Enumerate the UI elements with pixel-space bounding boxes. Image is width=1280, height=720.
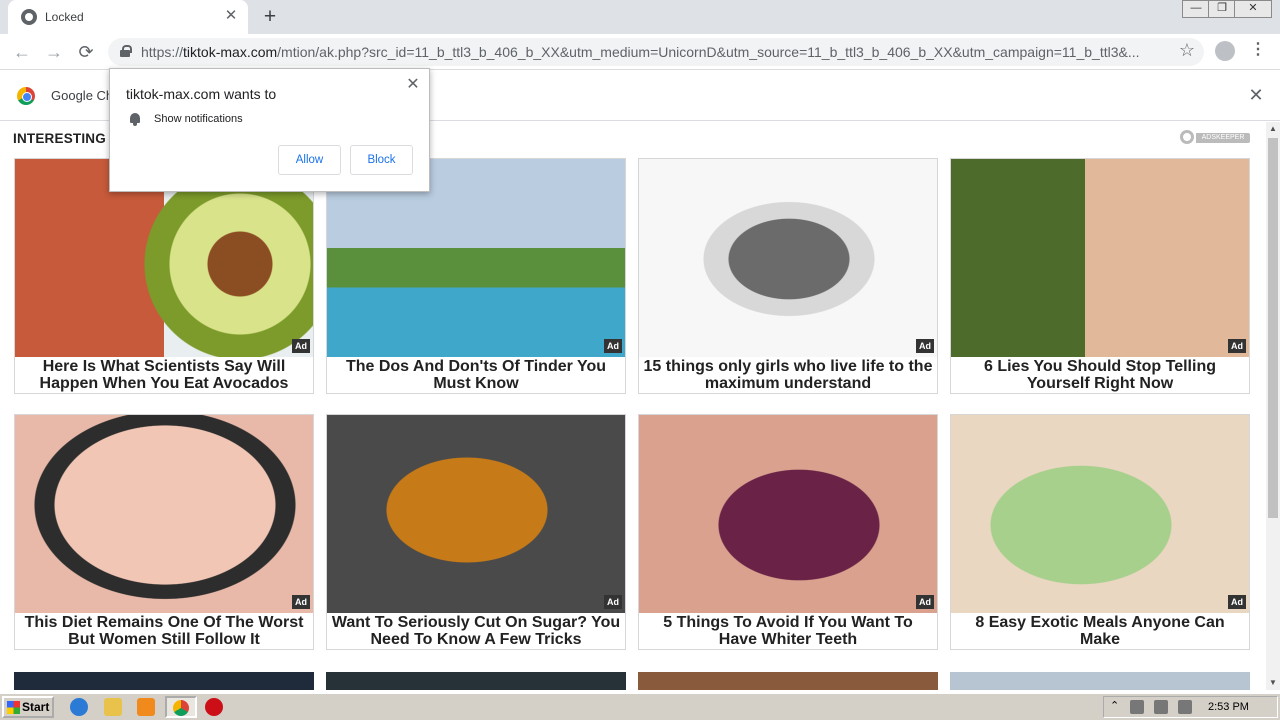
card-image[interactable] (639, 415, 937, 613)
ad-card[interactable]: Ad Want To Seriously Cut On Sugar? You N… (326, 414, 626, 650)
notification-permission-popup: tiktok-max.com wants to ✕ Show notificat… (109, 68, 430, 192)
ad-card[interactable]: Ad 6 Lies You Should Stop Telling Yourse… (950, 158, 1250, 394)
globe-icon (21, 9, 37, 25)
scroll-down-arrow-icon[interactable]: ▼ (1266, 676, 1280, 690)
windows-logo-icon (7, 701, 20, 714)
page-content: INTERESTING ADSKEEPER Ad Here Is What Sc… (0, 122, 1266, 690)
tab-strip: Locked ✕ + — ❐ ✕ (0, 0, 1280, 34)
window-maximize-button[interactable]: ❐ (1208, 0, 1236, 18)
url-path: /mtion/ak.php?src_id=11_b_ttl3_b_406_b_X… (277, 44, 1140, 60)
ad-badge: Ad (1228, 595, 1246, 609)
infobar-close-icon[interactable]: ✕ (1246, 85, 1266, 105)
bookmark-star-icon[interactable]: ☆ (1177, 40, 1197, 60)
browser-toolbar: ← → ⟳ https://tiktok-max.com/mtion/ak.ph… (0, 34, 1280, 70)
media-player-icon[interactable] (137, 698, 155, 716)
volume-icon[interactable] (1130, 700, 1144, 714)
clock[interactable]: 2:53 PM (1208, 701, 1249, 713)
system-tray: ⌃ 2:53 PM (1103, 696, 1278, 718)
ad-badge: Ad (292, 595, 310, 609)
section-title: INTERESTING (13, 131, 106, 146)
ad-card[interactable]: Ad 8 Easy Exotic Meals Anyone Can Make (950, 414, 1250, 650)
ad-card[interactable]: Ad Here Is What Scientists Say Will Happ… (14, 158, 314, 394)
start-button[interactable]: Start (2, 696, 54, 718)
chrome-icon (173, 700, 189, 716)
card-title[interactable]: 15 things only girls who live life to th… (643, 358, 933, 392)
card-title[interactable]: Here Is What Scientists Say Will Happen … (19, 358, 309, 392)
tab-title: Locked (45, 10, 84, 24)
bell-icon (129, 113, 141, 126)
permission-label: Show notifications (154, 113, 243, 125)
tab-close-icon[interactable]: ✕ (222, 7, 240, 25)
folder-icon[interactable] (104, 698, 122, 716)
reload-button[interactable]: ⟳ (74, 40, 98, 64)
scroll-thumb[interactable] (1268, 138, 1278, 518)
forward-button[interactable]: → (42, 40, 66, 64)
ad-badge: Ad (604, 595, 622, 609)
card-image[interactable] (327, 415, 625, 613)
chrome-logo-icon (17, 87, 35, 105)
network-icon[interactable] (1154, 700, 1168, 714)
popup-close-icon[interactable]: ✕ (404, 76, 422, 94)
window-minimize-button[interactable]: — (1182, 0, 1210, 18)
adskeeper-logo[interactable]: ADSKEEPER (1180, 129, 1252, 145)
card-image[interactable] (639, 159, 937, 357)
back-button[interactable]: ← (10, 40, 34, 64)
key-icon (1180, 130, 1194, 144)
card-title[interactable]: 5 Things To Avoid If You Want To Have Wh… (643, 614, 933, 648)
opera-icon[interactable] (205, 698, 223, 716)
card-image-partial[interactable] (14, 672, 314, 690)
card-title[interactable]: 8 Easy Exotic Meals Anyone Can Make (955, 614, 1245, 648)
taskbar: Start ⌃ 2:53 PM (0, 693, 1280, 720)
card-image[interactable] (15, 415, 313, 613)
block-button[interactable]: Block (350, 145, 413, 175)
ad-card[interactable]: Ad 15 things only girls who live life to… (638, 158, 938, 394)
new-tab-button[interactable]: + (258, 5, 282, 29)
lock-icon[interactable] (120, 45, 132, 57)
infobar-text: Google Ch (51, 88, 114, 103)
start-label: Start (22, 700, 50, 714)
url-text[interactable]: https://tiktok-max.com/mtion/ak.php?src_… (141, 44, 1161, 60)
card-image-partial[interactable] (950, 672, 1250, 690)
card-image[interactable] (951, 159, 1249, 357)
card-image-partial[interactable] (638, 672, 938, 690)
card-image-partial[interactable] (326, 672, 626, 690)
scroll-up-arrow-icon[interactable]: ▲ (1266, 122, 1280, 136)
ad-badge: Ad (1228, 339, 1246, 353)
taskbar-chrome-button[interactable] (165, 696, 197, 718)
url-host: tiktok-max.com (183, 44, 278, 60)
card-title[interactable]: This Diet Remains One Of The Worst But W… (19, 614, 309, 648)
ad-badge: Ad (916, 595, 934, 609)
address-bar[interactable]: https://tiktok-max.com/mtion/ak.php?src_… (108, 38, 1204, 66)
ad-badge: Ad (916, 339, 934, 353)
allow-button[interactable]: Allow (278, 145, 341, 175)
ad-badge: Ad (604, 339, 622, 353)
tray-expand-icon[interactable]: ⌃ (1110, 699, 1119, 712)
card-title[interactable]: The Dos And Don'ts Of Tinder You Must Kn… (331, 358, 621, 392)
ad-card[interactable]: Ad 5 Things To Avoid If You Want To Have… (638, 414, 938, 650)
ad-card[interactable]: Ad The Dos And Don'ts Of Tinder You Must… (326, 158, 626, 394)
internet-explorer-icon[interactable] (70, 698, 88, 716)
flag-icon[interactable] (1178, 700, 1192, 714)
url-scheme: https:// (141, 44, 184, 60)
popup-title: tiktok-max.com wants to (126, 86, 277, 102)
profile-avatar-icon[interactable] (1215, 41, 1235, 61)
card-title[interactable]: 6 Lies You Should Stop Telling Yourself … (955, 358, 1245, 392)
tab-locked[interactable]: Locked ✕ (8, 0, 248, 34)
page-scrollbar[interactable]: ▲ ▼ (1266, 122, 1280, 690)
menu-kebab-icon[interactable]: ⋮ (1250, 40, 1266, 60)
card-title[interactable]: Want To Seriously Cut On Sugar? You Need… (331, 614, 621, 648)
window-close-button[interactable]: ✕ (1234, 0, 1272, 18)
ad-card[interactable]: Ad This Diet Remains One Of The Worst Bu… (14, 414, 314, 650)
ad-badge: Ad (292, 339, 310, 353)
adskeeper-label: ADSKEEPER (1196, 133, 1250, 143)
card-image[interactable] (951, 415, 1249, 613)
